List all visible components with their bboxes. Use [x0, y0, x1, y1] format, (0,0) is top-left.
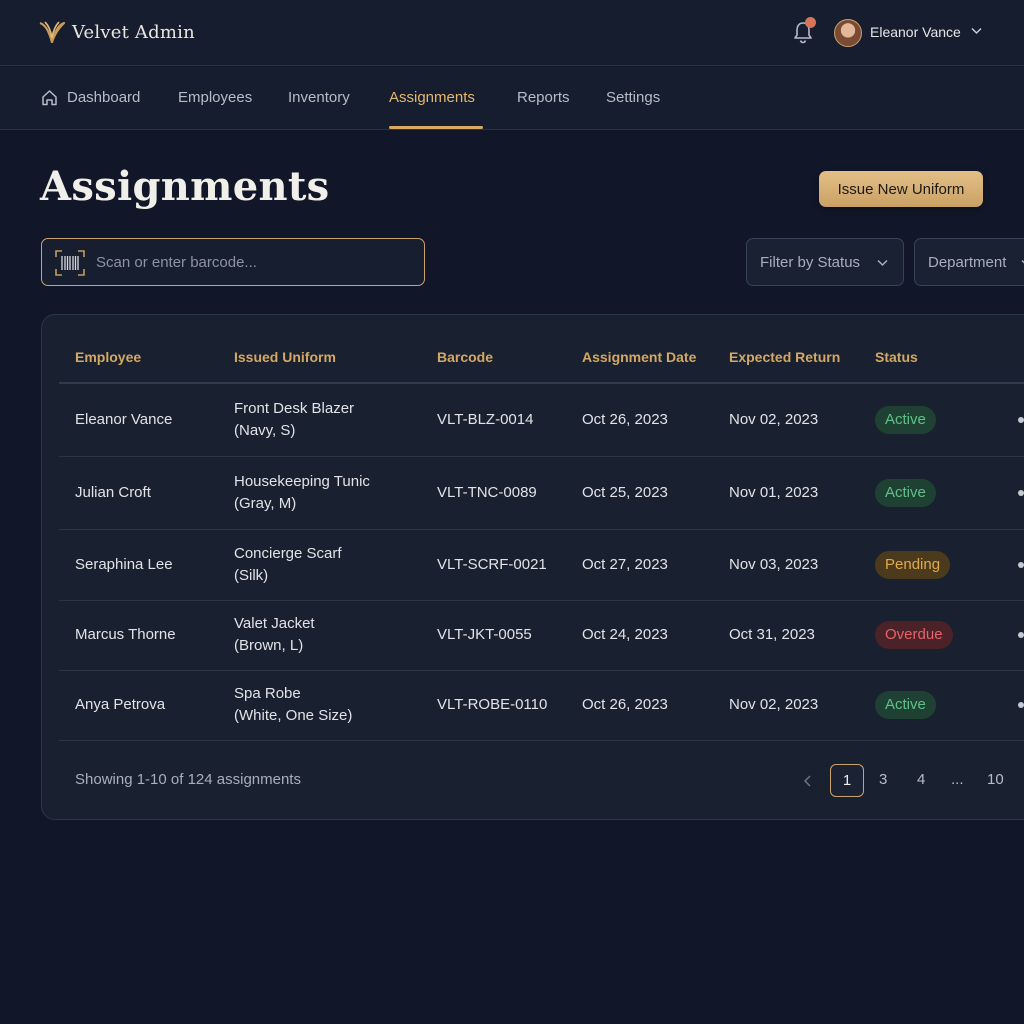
uniform-detail: (Silk)	[234, 567, 269, 584]
nav-item-assignments[interactable]: Assignments	[389, 89, 475, 106]
assignment-date: Oct 26, 2023	[582, 696, 668, 713]
row-actions-menu-icon[interactable]	[1018, 490, 1024, 496]
employee-name: Julian Croft	[75, 484, 151, 501]
employee-name: Anya Petrova	[75, 696, 166, 713]
employee-name: Marcus Thorne	[75, 626, 176, 643]
column-header-expected-return[interactable]: Expected Return	[729, 349, 840, 365]
status-badge: Overdue	[875, 621, 953, 649]
row-divider	[59, 456, 1024, 457]
row-divider	[59, 740, 1024, 741]
expected-return-date: Nov 01, 2023	[729, 484, 819, 501]
nav-item-dashboard[interactable]: Dashboard	[67, 89, 140, 106]
status-badge: Active	[875, 479, 936, 507]
chevron-left-icon[interactable]	[803, 775, 813, 787]
home-icon	[42, 90, 57, 106]
barcode-value: VLT-JKT-0055	[437, 626, 532, 643]
barcode-value: VLT-TNC-0089	[437, 484, 537, 501]
expected-return-date: Oct 31, 2023	[729, 626, 815, 643]
brand-name: Velvet Admin	[72, 21, 195, 43]
page-title: Assignments	[40, 163, 330, 210]
assignment-date: Oct 26, 2023	[582, 411, 668, 428]
barcode-value: VLT-BLZ-0014	[437, 411, 534, 428]
chevron-down-icon[interactable]	[971, 27, 982, 35]
status-badge: Active	[875, 691, 936, 719]
department-filter-label: Department	[928, 254, 1007, 271]
brand[interactable]: Velvet Admin	[38, 18, 195, 46]
uniform-detail: (White, One Size)	[234, 707, 353, 724]
issue-new-uniform-button[interactable]: Issue New Uniform	[819, 171, 983, 207]
status-badge: Active	[875, 406, 936, 434]
avatar[interactable]	[834, 19, 862, 47]
pagination-ellipsis: ...	[951, 771, 964, 788]
uniform-name: Spa Robe	[234, 685, 301, 702]
main-nav: Dashboard Employees Inventory Assignment…	[0, 67, 1024, 130]
expected-return-date: Nov 02, 2023	[729, 696, 819, 713]
nav-item-inventory[interactable]: Inventory	[288, 89, 350, 106]
row-actions-menu-icon[interactable]	[1018, 417, 1024, 423]
table-header-divider	[59, 382, 1024, 384]
barcode-value: VLT-ROBE-0110	[437, 696, 548, 713]
active-tab-indicator	[389, 126, 483, 129]
page-button[interactable]: 3	[879, 771, 887, 788]
employee-name: Seraphina Lee	[75, 556, 173, 573]
nav-item-settings[interactable]: Settings	[606, 89, 660, 106]
uniform-name: Front Desk Blazer	[234, 400, 355, 417]
assignment-date: Oct 24, 2023	[582, 626, 668, 643]
assignment-date: Oct 27, 2023	[582, 556, 668, 573]
chevron-down-icon	[877, 259, 888, 267]
row-actions-menu-icon[interactable]	[1018, 632, 1024, 638]
row-actions-menu-icon[interactable]	[1018, 702, 1024, 708]
column-header-issued-uniform[interactable]: Issued Uniform	[234, 349, 336, 365]
column-header-status[interactable]: Status	[875, 349, 918, 365]
barcode-scan-icon[interactable]	[55, 250, 85, 276]
column-header-barcode[interactable]: Barcode	[437, 349, 493, 365]
pagination-info: Showing 1-10 of 124 assignments	[75, 771, 301, 788]
barcode-value: VLT-SCRF-0021	[437, 556, 547, 573]
expected-return-date: Nov 03, 2023	[729, 556, 819, 573]
brand-logo-icon	[39, 21, 66, 44]
employee-name: Eleanor Vance	[75, 411, 173, 428]
status-filter-select[interactable]: Filter by Status	[746, 238, 904, 286]
column-header-assignment-date[interactable]: Assignment Date	[582, 349, 696, 365]
nav-item-reports[interactable]: Reports	[517, 89, 570, 106]
page-button[interactable]: 10	[987, 771, 1004, 788]
page-button[interactable]: 4	[917, 771, 925, 788]
assignment-date: Oct 25, 2023	[582, 484, 668, 501]
row-actions-menu-icon[interactable]	[1018, 562, 1024, 568]
notification-dot	[805, 17, 816, 28]
uniform-detail: (Gray, M)	[234, 495, 297, 512]
row-divider	[59, 600, 1024, 601]
status-badge: Pending	[875, 551, 951, 579]
uniform-detail: (Navy, S)	[234, 422, 296, 439]
nav-item-employees[interactable]: Employees	[178, 89, 252, 106]
expected-return-date: Nov 02, 2023	[729, 411, 819, 428]
page-button-current[interactable]: 1	[830, 764, 864, 797]
uniform-name: Housekeeping Tunic	[234, 473, 370, 490]
barcode-input[interactable]	[96, 239, 416, 285]
uniform-name: Concierge Scarf	[234, 545, 342, 562]
department-filter-select[interactable]: Department	[914, 238, 1024, 286]
uniform-name: Valet Jacket	[234, 615, 315, 632]
user-name[interactable]: Eleanor Vance	[870, 24, 961, 40]
uniform-detail: (Brown, L)	[234, 637, 304, 654]
row-divider	[59, 529, 1024, 530]
status-filter-label: Filter by Status	[760, 254, 861, 271]
row-divider	[59, 670, 1024, 671]
column-header-employee[interactable]: Employee	[75, 349, 141, 365]
top-bar: Velvet Admin Eleanor Vance	[0, 0, 1024, 66]
barcode-search[interactable]	[41, 238, 425, 286]
